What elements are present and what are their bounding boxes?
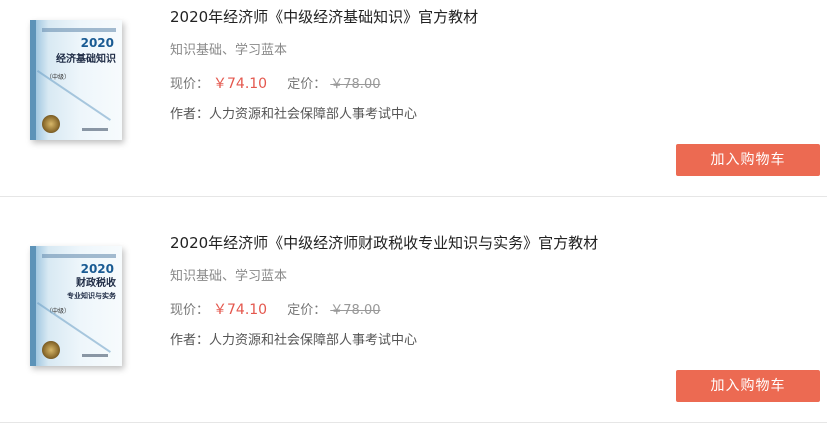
product-author: 作者：人力资源和社会保障部人事考试中心 <box>170 107 418 122</box>
product-title[interactable]: 2020年经济师《中级经济师财政税收专业知识与实务》官方教材 <box>170 232 598 253</box>
list-price: ￥78.00 <box>330 303 381 318</box>
cover-stripe <box>36 70 111 121</box>
list-price-label: 定价： <box>287 303 327 318</box>
cover-title: 财政税收 <box>76 278 116 289</box>
product-item: 2020 经济基础知识 （中级） 2020年经济师《中级经济基础知识》官方教材 … <box>0 0 827 196</box>
cover-publisher-mark <box>82 354 108 357</box>
cover-publisher-mark <box>82 128 108 131</box>
book-cover-image[interactable]: 2020 经济基础知识 （中级） <box>30 20 122 140</box>
current-price: ￥74.10 <box>213 76 268 92</box>
book-cover-image[interactable]: 2020 财政税收 专业知识与实务 （中级） <box>30 246 122 366</box>
price-row: 现价： ￥74.10 定价： ￥78.00 <box>170 73 380 93</box>
cover-year: 2020 <box>80 36 114 50</box>
product-author: 作者：人力资源和社会保障部人事考试中心 <box>170 333 418 348</box>
cover-emblem-icon <box>42 341 60 359</box>
add-to-cart-button[interactable]: 加入购物车 <box>676 144 820 176</box>
price-row: 现价： ￥74.10 定价： ￥78.00 <box>170 299 380 319</box>
cover-header-decoration <box>42 254 116 258</box>
cover-title: 经济基础知识 <box>56 54 116 65</box>
list-price: ￥78.00 <box>330 77 381 92</box>
price-label: 现价： <box>170 303 210 318</box>
list-price-label: 定价： <box>287 77 327 92</box>
product-tags: 知识基础、学习蓝本 <box>170 269 288 284</box>
cover-header-decoration <box>42 28 116 32</box>
product-item: 2020 财政税收 专业知识与实务 （中级） 2020年经济师《中级经济师财政税… <box>0 196 827 422</box>
current-price: ￥74.10 <box>213 302 268 318</box>
cover-spine <box>30 20 36 140</box>
product-tags: 知识基础、学习蓝本 <box>170 43 288 58</box>
price-label: 现价： <box>170 77 210 92</box>
product-title[interactable]: 2020年经济师《中级经济基础知识》官方教材 <box>170 6 478 27</box>
cover-subtitle: 专业知识与实务 <box>67 292 116 300</box>
cover-year: 2020 <box>80 262 114 276</box>
divider <box>0 422 827 423</box>
cover-spine <box>30 246 36 366</box>
add-to-cart-button[interactable]: 加入购物车 <box>676 370 820 402</box>
cover-emblem-icon <box>42 115 60 133</box>
